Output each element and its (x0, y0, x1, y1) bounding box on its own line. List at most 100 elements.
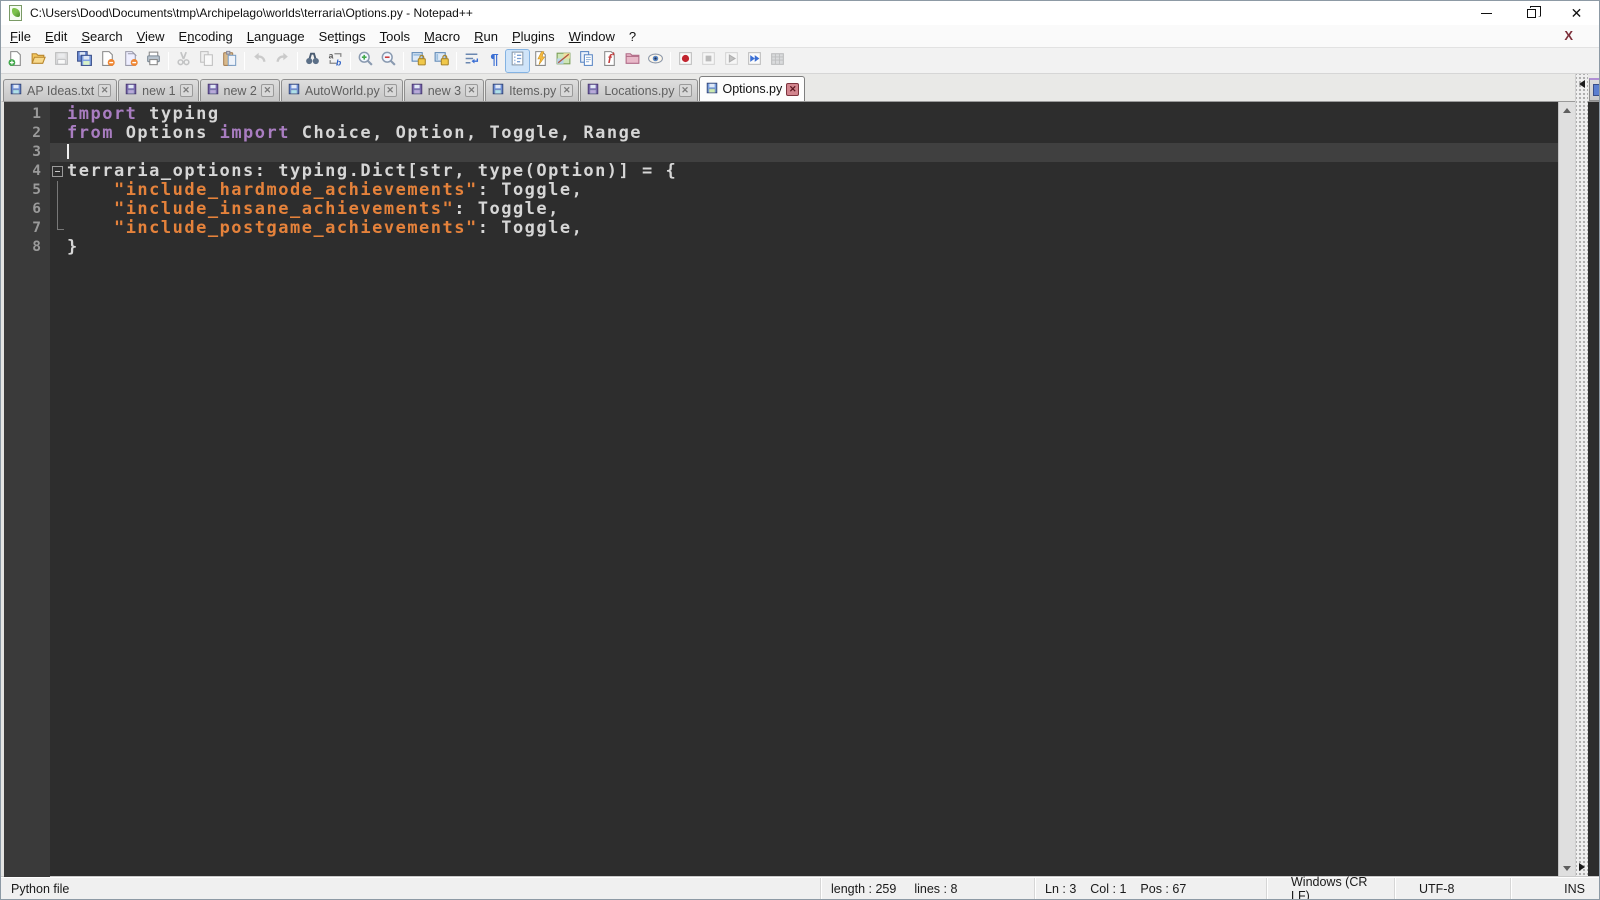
code-line-3[interactable]: 3 (4, 143, 1558, 162)
line-number[interactable]: 1 (4, 105, 50, 124)
sync-horizontal-button[interactable] (430, 50, 453, 72)
menu-run[interactable]: Run (467, 27, 505, 46)
macro-record-button[interactable] (674, 50, 697, 72)
vertical-scrollbar[interactable] (1558, 102, 1575, 877)
menu-close-document-x[interactable]: X (1560, 27, 1577, 44)
line-number[interactable]: 4 (4, 162, 50, 181)
macro-save-button[interactable] (766, 50, 789, 72)
fold-minus-icon[interactable] (52, 166, 63, 177)
tab-items.py[interactable]: Items.py ✕ (485, 79, 580, 101)
scroll-up-button[interactable] (1559, 102, 1575, 119)
menu-settings[interactable]: Settings (312, 27, 373, 46)
close-all-button[interactable] (119, 50, 142, 72)
tab-locations.py[interactable]: Locations.py ✕ (580, 79, 698, 101)
tab-close-icon[interactable]: ✕ (383, 84, 397, 97)
tab-new-3[interactable]: new 3 ✕ (403, 79, 485, 101)
menu-file[interactable]: File (3, 27, 38, 46)
code-text[interactable]: "include_hardmode_achievements": Toggle, (67, 181, 1558, 200)
undo-button[interactable] (248, 50, 271, 72)
menu-encoding[interactable]: Encoding (172, 27, 240, 46)
code-text[interactable]: "include_postgame_achievements": Toggle, (67, 219, 1558, 238)
redo-button[interactable] (271, 50, 294, 72)
code-line-7[interactable]: 7 "include_postgame_achievements": Toggl… (4, 219, 1558, 238)
save-file-button[interactable] (50, 50, 73, 72)
menu-window[interactable]: Window (562, 27, 622, 46)
menu-search[interactable]: Search (74, 27, 129, 46)
tab-new-1[interactable]: new 1 ✕ (118, 79, 199, 101)
tab-close-icon[interactable]: ✕ (179, 84, 193, 97)
splitter-collapse-right-icon[interactable] (1579, 863, 1585, 871)
code-area[interactable]: 1 import typing 2 from Options import Choic… (4, 102, 1558, 877)
code-line-6[interactable]: 6 "include_insane_achievements": Toggle, (4, 200, 1558, 219)
tab-autoworld.py[interactable]: AutoWorld.py ✕ (280, 79, 403, 101)
line-number[interactable]: 8 (4, 238, 50, 257)
monitoring-eye-button[interactable] (644, 50, 667, 72)
folder-workspace-button[interactable] (621, 50, 644, 72)
document-map-button[interactable] (552, 50, 575, 72)
menu-view[interactable]: View (130, 27, 172, 46)
menu-edit[interactable]: Edit (38, 27, 74, 46)
tab-close-icon[interactable]: ✕ (260, 84, 274, 97)
macro-play-button[interactable] (720, 50, 743, 72)
zoom-out-button[interactable] (377, 50, 400, 72)
word-wrap-button[interactable] (460, 50, 483, 72)
tab-close-icon[interactable]: ✕ (560, 84, 574, 97)
close-file-button[interactable] (96, 50, 119, 72)
code-line-1[interactable]: 1 import typing (4, 105, 1558, 124)
splitter-collapse-left-icon[interactable] (1579, 80, 1585, 88)
code-text[interactable] (67, 143, 1558, 162)
line-number[interactable]: 7 (4, 219, 50, 238)
tab-new-2[interactable]: new 2 ✕ (199, 79, 280, 101)
paste-button[interactable] (218, 50, 241, 72)
secondary-view-editor[interactable] (1588, 101, 1599, 877)
minimize-button[interactable] (1464, 1, 1509, 25)
line-number[interactable]: 2 (4, 124, 50, 143)
code-text[interactable]: import typing (67, 105, 1558, 124)
save-all-button[interactable] (73, 50, 96, 72)
copy-button[interactable] (195, 50, 218, 72)
code-line-2[interactable]: 2 from Options import Choice, Option, Tog… (4, 124, 1558, 143)
print-button[interactable] (142, 50, 165, 72)
code-line-8[interactable]: 8} (4, 238, 1558, 257)
code-text[interactable]: terraria_options: typing.Dict[str, type(… (67, 162, 1558, 181)
show-all-characters-button[interactable]: ¶ (483, 50, 506, 72)
replace-button[interactable]: ab (324, 50, 347, 72)
restore-button[interactable] (1509, 1, 1554, 25)
fold-margin-collapse[interactable] (50, 162, 67, 181)
menu-macro[interactable]: Macro (417, 27, 467, 46)
tab-ap-ideas.txt[interactable]: AP Ideas.txt ✕ (3, 79, 118, 101)
cut-button[interactable] (172, 50, 195, 72)
indent-guide-button[interactable] (505, 48, 530, 73)
line-number[interactable]: 6 (4, 200, 50, 219)
menu-[interactable]: ? (622, 27, 643, 46)
editor[interactable]: 1 import typing 2 from Options import Choic… (4, 102, 1558, 877)
scroll-down-button[interactable] (1559, 860, 1575, 877)
menu-tools[interactable]: Tools (373, 27, 417, 46)
zoom-in-button[interactable] (354, 50, 377, 72)
new-file-button[interactable] (4, 50, 27, 72)
tab-close-icon[interactable]: ✕ (786, 82, 800, 96)
document-list-button[interactable] (575, 50, 598, 72)
line-number[interactable]: 5 (4, 181, 50, 200)
menu-plugins[interactable]: Plugins (505, 27, 562, 46)
code-text[interactable]: "include_insane_achievements": Toggle, (67, 200, 1558, 219)
tab-close-icon[interactable]: ✕ (465, 84, 479, 97)
code-text[interactable]: } (67, 238, 1558, 257)
macro-stop-button[interactable] (697, 50, 720, 72)
tab-options.py[interactable]: Options.py ✕ (698, 76, 806, 101)
line-number[interactable]: 3 (4, 143, 50, 162)
close-button[interactable]: ✕ (1554, 1, 1599, 25)
macro-run-multiple-button[interactable] (743, 50, 766, 72)
find-button[interactable] (301, 50, 324, 72)
open-file-button[interactable] (27, 50, 50, 72)
function-f-button[interactable]: f (598, 50, 621, 72)
code-text[interactable]: from Options import Choice, Option, Togg… (67, 124, 1558, 143)
secondary-view-tab-fragment[interactable] (1588, 74, 1599, 101)
menu-language[interactable]: Language (240, 27, 312, 46)
title-bar[interactable]: C:\Users\Dood\Documents\tmp\Archipelago\… (1, 1, 1599, 25)
function-list-button[interactable] (529, 50, 552, 72)
view-splitter[interactable] (1575, 74, 1588, 877)
sync-vertical-button[interactable] (407, 50, 430, 72)
tab-close-icon[interactable]: ✕ (98, 84, 112, 97)
code-line-5[interactable]: 5 "include_hardmode_achievements": Toggl… (4, 181, 1558, 200)
